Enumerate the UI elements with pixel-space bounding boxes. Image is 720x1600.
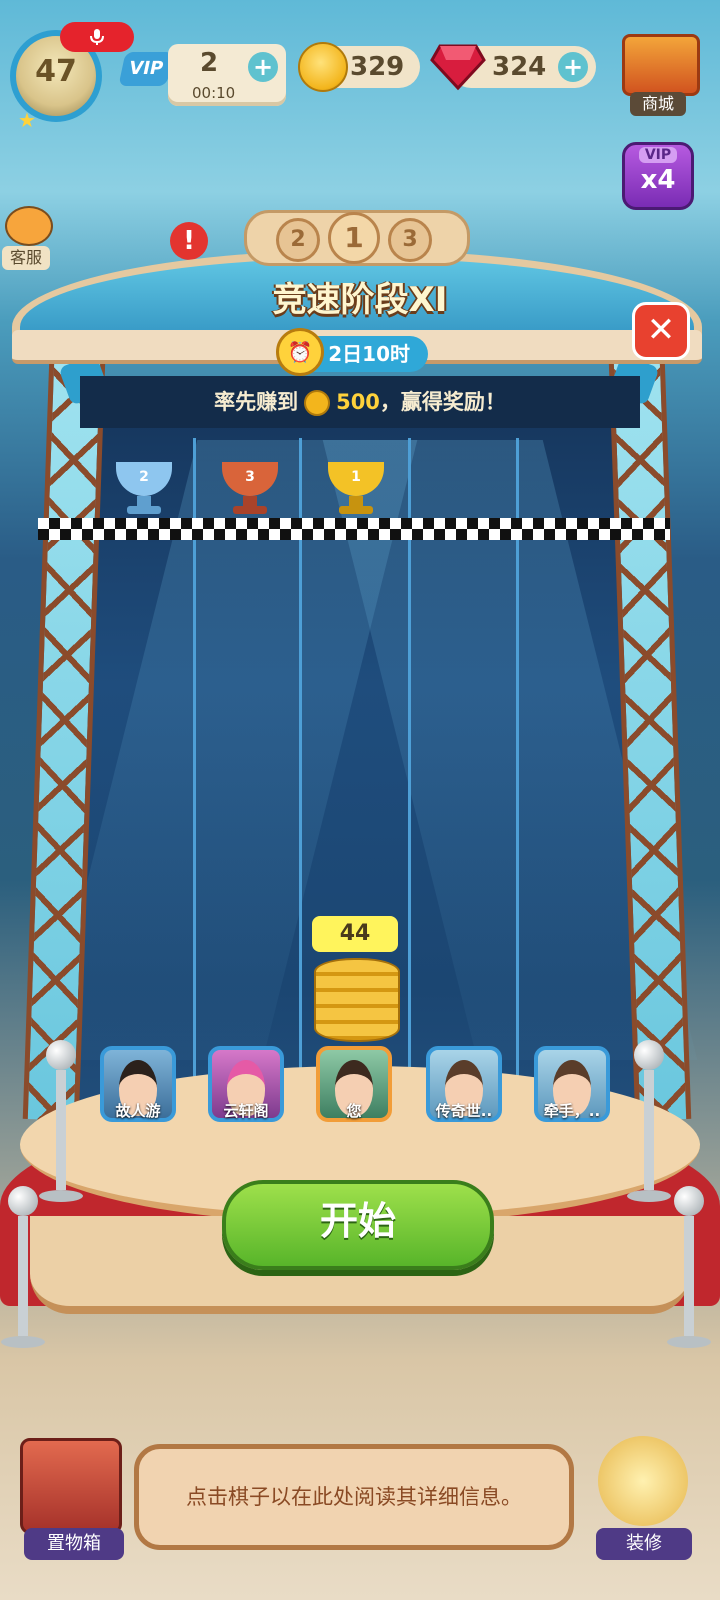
customer-service-button[interactable]: 客服 xyxy=(2,206,53,270)
coin-stack-icon xyxy=(314,958,400,1042)
player-avatar[interactable]: 故人游 xyxy=(100,1046,176,1128)
player-avatar[interactable]: 传奇世.. xyxy=(426,1046,502,1128)
shop-icon[interactable] xyxy=(622,34,700,96)
podium-rank-3: 3 xyxy=(388,218,432,262)
player-avatar[interactable]: 云轩阁 xyxy=(208,1046,284,1128)
recording-indicator[interactable] xyxy=(60,22,134,52)
goal-prefix: 率先赚到 xyxy=(214,390,299,414)
service-label: 客服 xyxy=(2,246,50,270)
decorate-icon[interactable] xyxy=(598,1436,688,1526)
coin-icon xyxy=(304,390,331,416)
vip-multiplier-button[interactable]: VIP x4 xyxy=(622,142,694,210)
vip-plus-button[interactable]: + xyxy=(248,52,278,82)
info-panel: 点击棋子以在此处阅读其详细信息。 xyxy=(134,1444,574,1550)
player-name: 云轩阁 xyxy=(223,1102,269,1120)
storage-label[interactable]: 置物箱 xyxy=(24,1528,124,1560)
trophy-rank-label: 2 xyxy=(116,462,172,496)
trophy-rank-label: 3 xyxy=(222,462,278,496)
finish-line xyxy=(38,518,670,540)
storage-box-icon[interactable] xyxy=(20,1438,122,1534)
trophy-rank-1-icon: 1 xyxy=(328,462,384,514)
player-name: 传奇世.. xyxy=(435,1102,493,1120)
coin-amount: 329 xyxy=(350,52,405,82)
goal-amount: 500 xyxy=(336,390,380,414)
decorate-label[interactable]: 装修 xyxy=(596,1528,692,1560)
race-goal-banner: 率先赚到 500，赢得奖励！ xyxy=(80,376,640,428)
trophy-rank-2-icon: 2 xyxy=(116,462,172,514)
alarm-clock-icon: ⏰ xyxy=(276,328,324,376)
vip-tag: VIP xyxy=(118,52,174,86)
vip-timer: 00:10 xyxy=(192,84,236,102)
service-icon xyxy=(5,206,53,246)
rope-post xyxy=(39,1040,83,1202)
start-button[interactable]: 开始 xyxy=(222,1180,494,1270)
trophy-rank-label: 1 xyxy=(328,462,384,496)
trophy-rank-3-icon: 3 xyxy=(222,462,278,514)
rope-post xyxy=(627,1040,671,1202)
rope-post xyxy=(667,1186,711,1348)
gem-amount: 324 xyxy=(492,52,547,82)
player-level: 47 xyxy=(35,54,77,89)
shop-label[interactable]: 商城 xyxy=(630,92,686,116)
vip-multiplier-value: x4 xyxy=(640,165,676,195)
race-title: 竞速阶段XI xyxy=(272,280,448,320)
gem-icon xyxy=(430,44,486,91)
microphone-icon xyxy=(90,29,104,45)
vip-count: 2 xyxy=(200,48,219,78)
podium-rank-1: 1 xyxy=(328,212,380,264)
player-name: 故人游 xyxy=(115,1102,161,1120)
coin-icon xyxy=(298,42,348,92)
alert-icon[interactable]: ! xyxy=(170,222,208,260)
player-avatar[interactable]: 牵手，.. xyxy=(534,1046,610,1128)
my-score-bubble: 44 xyxy=(312,916,398,952)
my-avatar[interactable]: 您 xyxy=(316,1046,392,1128)
player-name: 您 xyxy=(346,1102,362,1120)
gem-plus-button[interactable]: + xyxy=(558,52,588,82)
vip-multiplier-tag: VIP xyxy=(639,147,677,163)
close-button[interactable]: ✕ xyxy=(632,302,690,360)
player-name: 牵手，.. xyxy=(543,1102,601,1120)
goal-suffix: ，赢得奖励！ xyxy=(379,390,506,414)
podium-rank-2: 2 xyxy=(276,218,320,262)
rope-post xyxy=(1,1186,45,1348)
star-icon: ★ xyxy=(18,108,36,132)
